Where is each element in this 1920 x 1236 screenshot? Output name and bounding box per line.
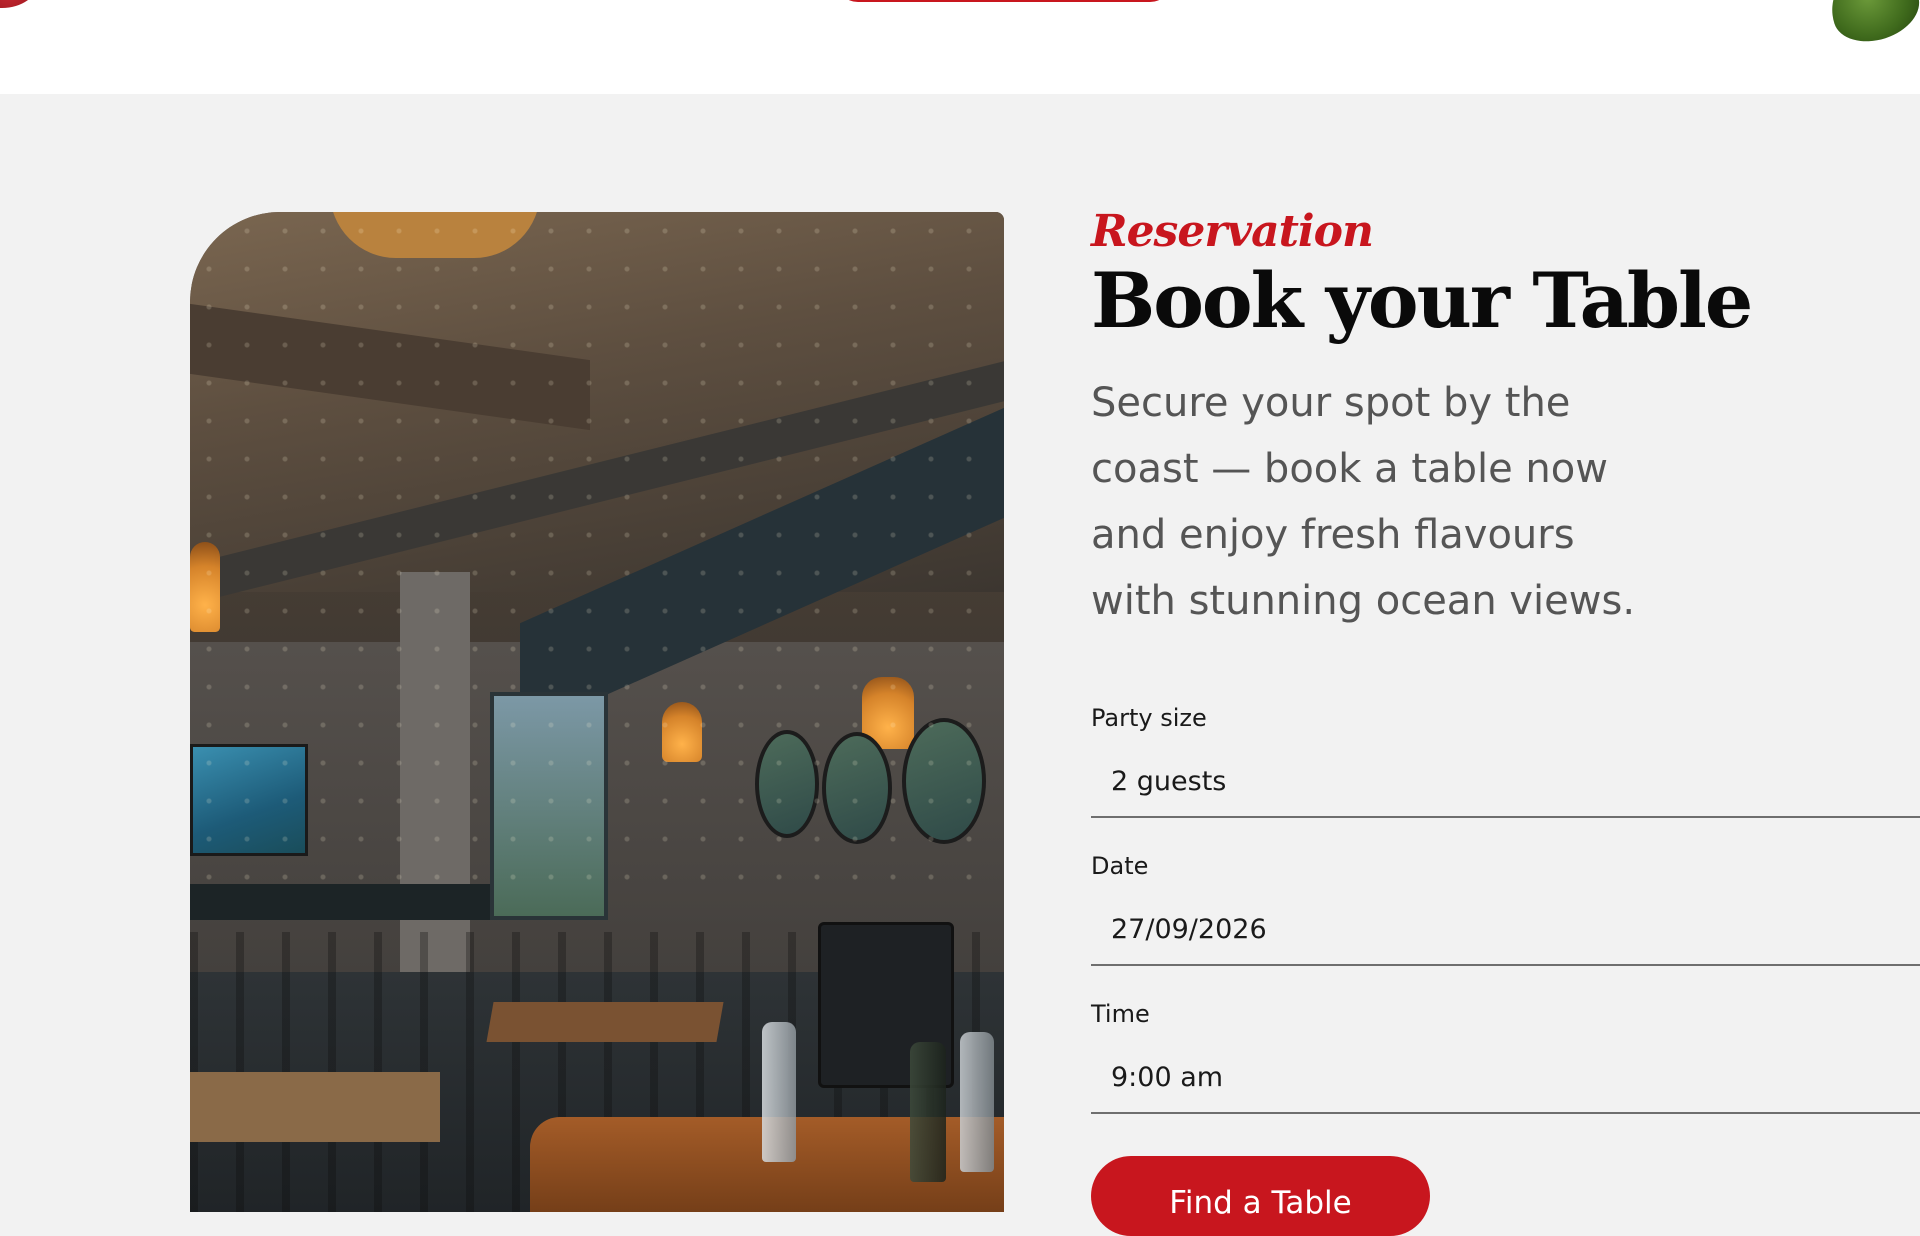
- party-size-select[interactable]: 2 guests: [1091, 748, 1920, 818]
- date-field: Date 27/09/2026: [1091, 852, 1920, 966]
- party-size-value: 2 guests: [1111, 766, 1227, 797]
- restaurant-interior-photo: [190, 212, 1004, 1212]
- find-a-table-button[interactable]: Find a Table: [1091, 1156, 1430, 1236]
- party-size-label: Party size: [1091, 704, 1207, 732]
- section-description: Secure your spot by the coast — book a t…: [1091, 380, 1636, 624]
- date-label: Date: [1091, 852, 1149, 880]
- time-value: 9:00 am: [1111, 1062, 1224, 1093]
- section-title: Book your Table: [1091, 256, 1753, 345]
- date-input[interactable]: 27/09/2026: [1091, 896, 1920, 966]
- date-value: 27/09/2026: [1111, 914, 1267, 945]
- party-size-field: Party size 2 guests: [1091, 704, 1920, 818]
- tomato-decoration-image: [0, 0, 38, 8]
- time-field: Time 9:00 am: [1091, 1000, 1920, 1114]
- basil-leaf-decoration-image: [1820, 0, 1920, 52]
- header-cta-button[interactable]: [836, 0, 1172, 2]
- section-eyebrow: Reservation: [1091, 206, 1374, 257]
- site-header: [0, 0, 1920, 94]
- time-select[interactable]: 9:00 am: [1091, 1044, 1920, 1114]
- time-label: Time: [1091, 1000, 1150, 1028]
